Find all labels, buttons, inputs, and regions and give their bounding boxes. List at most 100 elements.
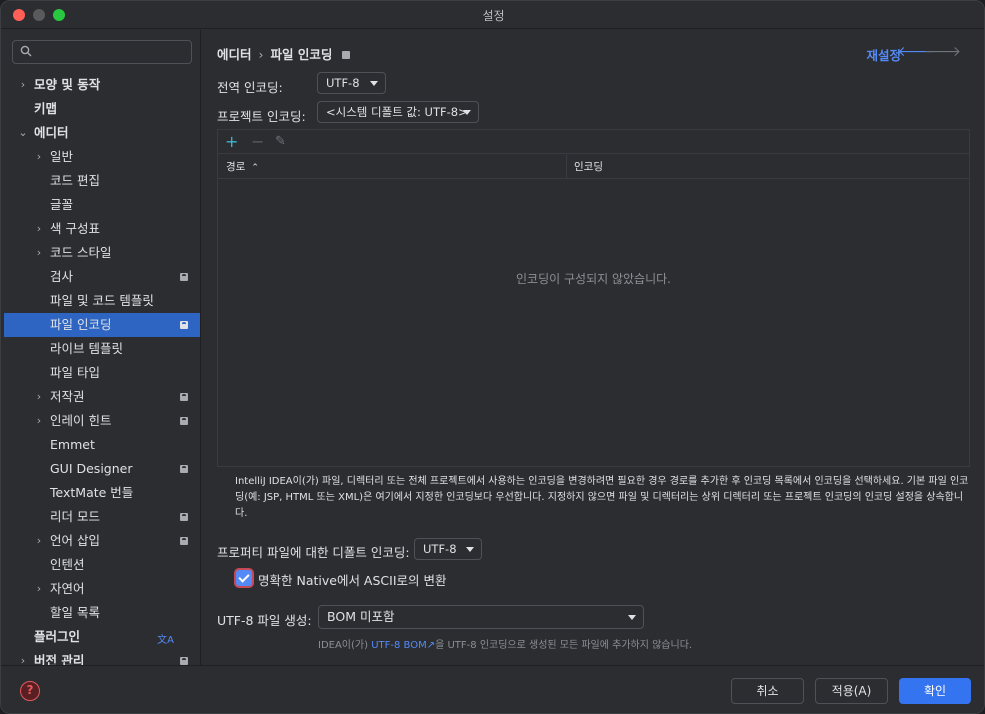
project-level-icon — [180, 393, 188, 401]
global-encoding-label: 전역 인코딩: — [217, 80, 283, 95]
reset-link[interactable]: 재설정 — [866, 45, 901, 64]
chevron-down-icon[interactable]: ⌄ — [17, 121, 29, 145]
project-level-icon — [180, 657, 188, 665]
breadcrumb-item[interactable]: 에디터 — [217, 47, 252, 62]
native-ascii-checkbox[interactable] — [236, 570, 252, 586]
project-level-icon — [180, 537, 188, 545]
column-header-encoding[interactable]: 인코딩 — [574, 155, 603, 179]
sidebar-item-label: 색 구성표 — [50, 221, 100, 236]
sidebar-item[interactable]: › 언어 삽입 — [4, 529, 200, 553]
project-encoding-label: 프로젝트 인코딩: — [217, 109, 306, 124]
sidebar-item[interactable]: 리더 모드 — [4, 505, 200, 529]
sidebar-item[interactable]: ⌄ 에디터 — [4, 121, 200, 145]
properties-encoding-dropdown[interactable]: UTF-8 — [414, 538, 482, 560]
sidebar-item[interactable]: › 색 구성표 — [4, 217, 200, 241]
ok-button[interactable]: 확인 — [899, 678, 971, 704]
table-header: 경로 ⌃ 인코딩 — [218, 155, 969, 179]
sidebar-item[interactable]: 파일 타입 — [4, 361, 200, 385]
column-header-path[interactable]: 경로 ⌃ — [226, 155, 259, 179]
sidebar-item-label: 저작권 — [50, 389, 85, 404]
project-level-icon — [180, 465, 188, 473]
bom-hint: IDEA이(가) UTF-8 BOM↗을 UTF-8 인코딩으로 생성된 모든 … — [318, 636, 692, 651]
properties-encoding-label: 프로퍼티 파일에 대한 디폴트 인코딩: — [217, 545, 410, 560]
project-encoding-value: <시스템 디폴트 값: UTF-8> — [326, 105, 468, 119]
arrow-right-icon[interactable]: 🡒 — [923, 43, 961, 60]
sidebar-item[interactable]: 플러그인 文A — [4, 625, 200, 649]
sidebar-item[interactable]: 검사 — [4, 265, 200, 289]
sidebar-item[interactable]: › 버전 관리 — [4, 649, 200, 665]
chevron-down-icon — [466, 547, 474, 552]
sidebar-item[interactable]: 인텐션 — [4, 553, 200, 577]
sidebar-item[interactable]: 글꼴 — [4, 193, 200, 217]
native-ascii-label[interactable]: 명확한 Native에서 ASCII로의 변환 — [258, 570, 446, 589]
external-link-icon: ↗ — [426, 640, 436, 651]
sidebar-item[interactable]: › 자연어 — [4, 577, 200, 601]
properties-encoding-value: UTF-8 — [423, 542, 457, 556]
sidebar-item-label: 파일 및 코드 템플릿 — [50, 293, 154, 308]
path-encoding-table: + − ✎ 경로 ⌃ 인코딩 인코딩이 구성되지 않았습니다. — [217, 129, 970, 467]
settings-search-input[interactable] — [12, 40, 192, 64]
global-encoding-value: UTF-8 — [326, 76, 360, 90]
table-toolbar: + − ✎ — [218, 130, 969, 154]
search-icon — [20, 45, 32, 57]
settings-content: 에디터 › 파일 인코딩 재설정 🡐 🡒 전역 인코딩: UTF-8 프로젝트 인코… — [202, 30, 984, 665]
sidebar-item[interactable]: 코드 편집 — [4, 169, 200, 193]
settings-window: 설정 › 모양 및 동작키맵 ⌄ 에디터 › 일반 코드 편집글꼴 › 색 구성표 › 코드 스타일… — [0, 0, 985, 714]
sidebar-item-label: 인레이 힌트 — [50, 413, 112, 428]
project-encoding-dropdown[interactable]: <시스템 디폴트 값: UTF-8> — [317, 101, 479, 123]
sidebar-item-label: 모양 및 동작 — [34, 77, 101, 92]
column-divider[interactable] — [566, 155, 567, 179]
bom-dropdown[interactable]: BOM 미포함 — [318, 605, 644, 629]
sidebar-item[interactable]: 라이브 템플릿 — [4, 337, 200, 361]
sidebar-item-label: 버전 관리 — [34, 653, 85, 665]
sidebar-item[interactable]: TextMate 번들 — [4, 481, 200, 505]
chevron-right-icon[interactable]: › — [33, 217, 45, 241]
bom-hint-prefix: IDEA이(가) — [318, 640, 372, 651]
sidebar-item-label: 라이브 템플릿 — [50, 341, 123, 356]
sidebar-item[interactable]: › 인레이 힌트 — [4, 409, 200, 433]
utf8-bom-link[interactable]: UTF-8 BOM — [371, 640, 427, 651]
sidebar-item[interactable]: › 모양 및 동작 — [4, 73, 200, 97]
edit-icon: ✎ — [275, 134, 286, 149]
chevron-right-icon[interactable]: › — [33, 241, 45, 265]
sidebar-item-label: 플러그인 — [34, 629, 81, 644]
breadcrumb-item: 파일 인코딩 — [270, 47, 333, 62]
chevron-right-icon[interactable]: › — [17, 649, 29, 665]
apply-button[interactable]: 적용(A) — [815, 678, 888, 704]
bom-value: BOM 미포함 — [327, 609, 395, 624]
table-empty-message: 인코딩이 구성되지 않았습니다. — [516, 272, 671, 286]
sidebar-item[interactable]: › 저작권 — [4, 385, 200, 409]
project-level-icon — [180, 321, 188, 329]
sidebar-item[interactable]: 키맵 — [4, 97, 200, 121]
chevron-right-icon[interactable]: › — [33, 529, 45, 553]
project-level-icon — [180, 417, 188, 425]
global-encoding-dropdown[interactable]: UTF-8 — [317, 72, 386, 94]
chevron-right-icon[interactable]: › — [33, 145, 45, 169]
help-icon[interactable]: ? — [20, 681, 40, 701]
add-icon[interactable]: + — [225, 132, 238, 152]
sidebar-item-label: 자연어 — [50, 581, 85, 596]
bom-label: UTF-8 파일 생성: — [217, 613, 312, 628]
cancel-button[interactable]: 취소 — [731, 678, 804, 704]
window-title: 설정 — [482, 9, 505, 23]
sidebar-item[interactable]: › 코드 스타일 — [4, 241, 200, 265]
chevron-right-icon[interactable]: › — [33, 385, 45, 409]
sidebar-item[interactable]: › 일반 — [4, 145, 200, 169]
sidebar-item[interactable]: GUI Designer — [4, 457, 200, 481]
sidebar-item-label: 글꼴 — [50, 197, 74, 212]
chevron-right-icon[interactable]: › — [33, 577, 45, 601]
sidebar-item-label: TextMate 번들 — [50, 485, 134, 500]
chevron-down-icon — [628, 615, 636, 620]
sidebar-item-label: 키맵 — [34, 101, 58, 116]
sidebar-item-label: 에디터 — [34, 125, 69, 140]
sidebar-item-label: 인텐션 — [50, 557, 85, 572]
remove-icon: − — [251, 132, 265, 151]
chevron-right-icon[interactable]: › — [17, 73, 29, 97]
chevron-right-icon[interactable]: › — [33, 409, 45, 433]
sidebar-item-label: 할일 목록 — [50, 605, 100, 620]
sidebar-item[interactable]: Emmet — [4, 433, 200, 457]
sidebar-item-label: 리더 모드 — [50, 509, 100, 524]
sidebar-item[interactable]: 파일 인코딩 — [4, 313, 200, 337]
sidebar-item[interactable]: 파일 및 코드 템플릿 — [4, 289, 200, 313]
sidebar-item[interactable]: 할일 목록 — [4, 601, 200, 625]
